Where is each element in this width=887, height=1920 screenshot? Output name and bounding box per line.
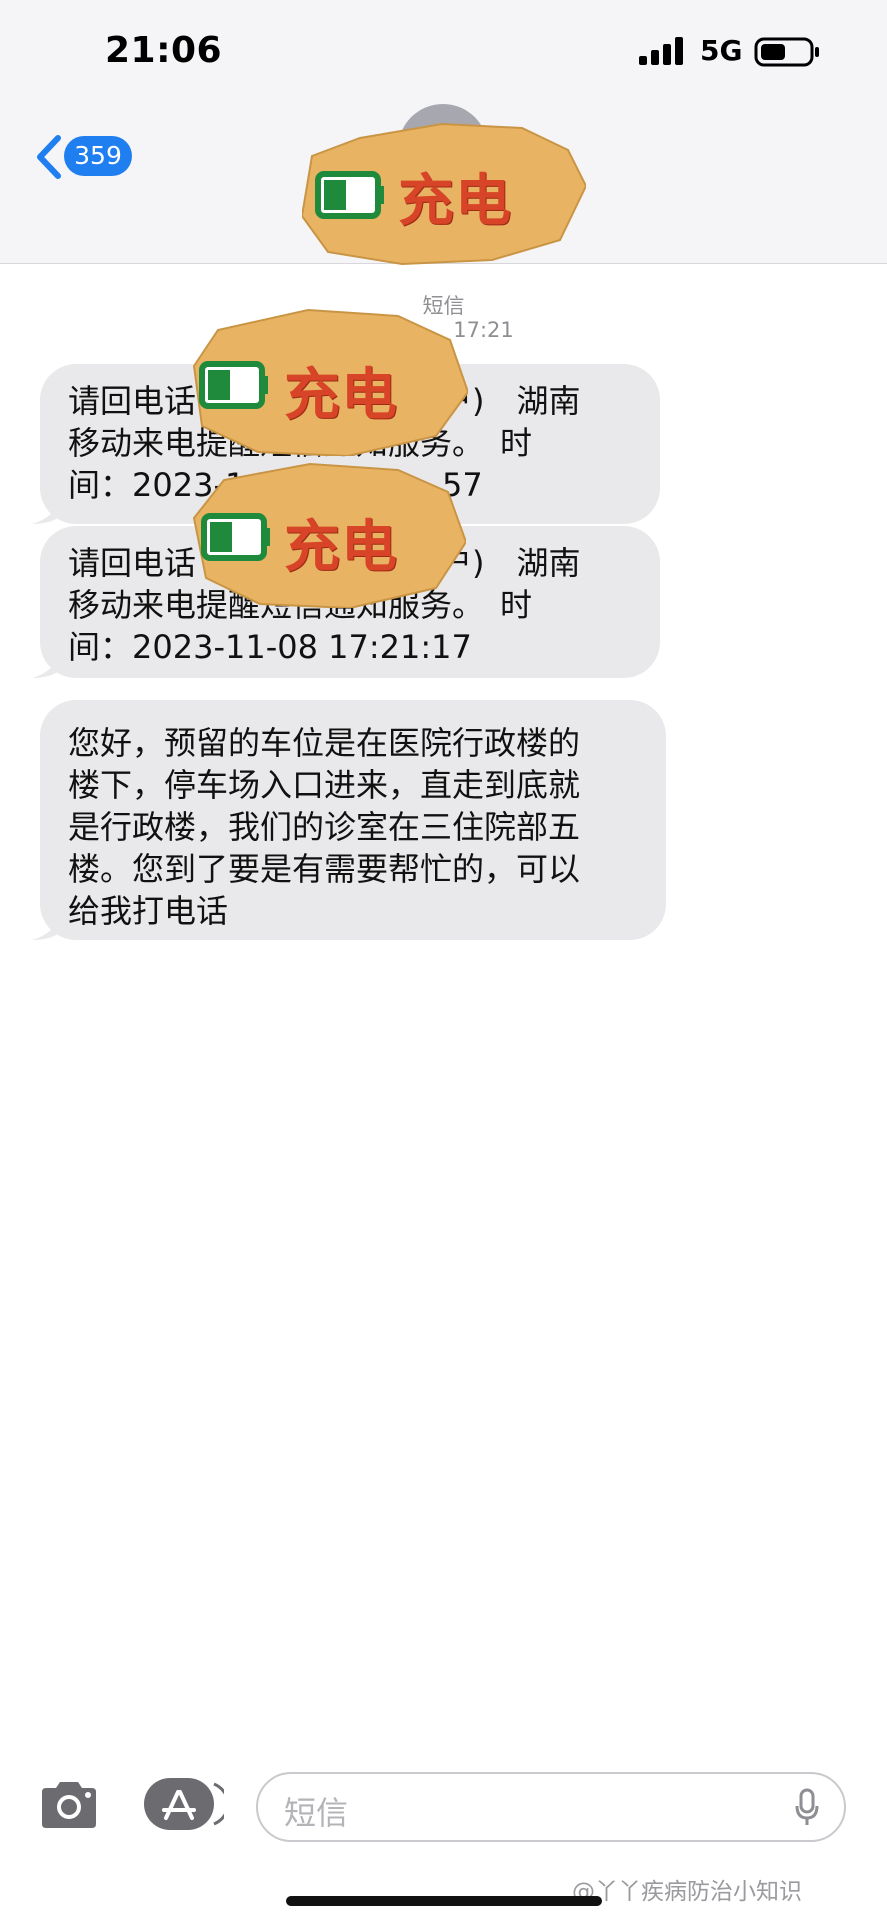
message-line: 您好，预留的车位是在医院行政楼的 [68,724,581,762]
home-indicator[interactable] [286,1896,602,1906]
message-bubble-3[interactable]: 您好，预留的车位是在医院行政楼的 楼下，停车场入口进来，直走到底就 是行政楼，我… [32,700,666,940]
network-type: 5G [700,34,743,67]
bubble-tail [32,652,62,678]
bubble-tail [32,498,62,524]
status-time: 21:06 [105,30,223,71]
message-line: 楼下，停车场入口进来，直走到底就 [68,766,581,804]
message-line: 是行政楼，我们的诊室在三住院部五 [68,808,581,846]
message-input[interactable]: 短信 [256,1772,846,1842]
sticker-charging-2: 充电 [188,306,468,456]
microphone-icon[interactable] [794,1788,820,1828]
message-line: 请回电话 [68,544,197,582]
back-chevron-icon[interactable] [32,134,68,180]
message-line: 间：2023-11-08 17:21:17 [68,628,472,666]
sticker-charging-3: 充电 [190,462,466,608]
sticker-label: 充电 [398,169,512,234]
sticker-charging-1: 充电 [302,120,586,266]
sticker-label: 充电 [284,363,398,428]
message-line: 给我打电话 [68,892,229,930]
message-line: 请回电话 [68,382,197,420]
app-store-icon[interactable] [144,1778,224,1830]
battery-icon [754,37,819,67]
back-unread-badge[interactable]: 359 [64,136,132,176]
watermark: @丫丫疾病防治小知识 [572,1879,802,1905]
sticker-label: 充电 [284,515,398,580]
message-input-placeholder: 短信 [284,1794,349,1832]
cellular-signal-icon [639,37,683,65]
bubble-tail [32,914,62,940]
camera-icon[interactable] [38,1778,100,1830]
message-line: 楼。您到了要是有需要帮忙的，可以 [68,850,581,888]
